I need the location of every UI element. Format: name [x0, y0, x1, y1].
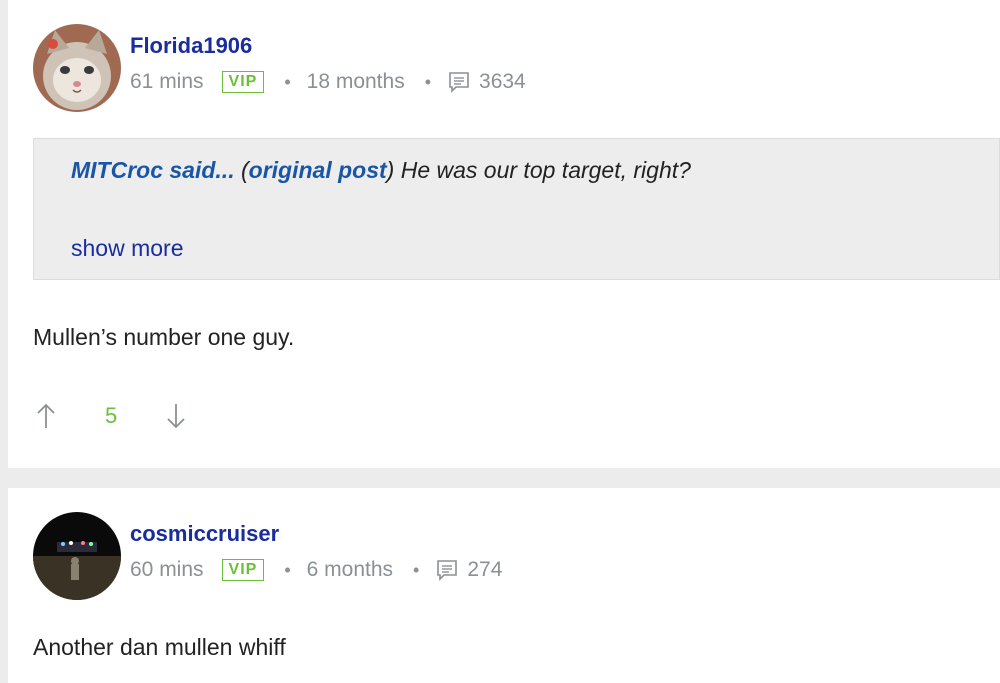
post-time: 60 mins	[130, 558, 204, 581]
downvote-arrow-icon[interactable]	[165, 401, 187, 431]
quote-paren-close: )	[386, 157, 401, 183]
comment-count: 274	[467, 558, 503, 581]
username-link[interactable]: cosmiccruiser	[130, 521, 279, 547]
post-meta: 60 mins VIP • 6 months • 274	[130, 558, 502, 582]
night-stadium-avatar-icon	[33, 512, 121, 600]
username-link[interactable]: Florida1906	[130, 33, 252, 59]
meta-separator: •	[413, 559, 420, 580]
vote-count: 5	[105, 403, 118, 428]
show-more-link[interactable]: show more	[71, 235, 183, 262]
quote-line: MITCroc said... (original post) He was o…	[71, 157, 691, 184]
comment-count: 3634	[479, 70, 526, 93]
user-avatar[interactable]	[33, 24, 121, 112]
meta-separator: •	[284, 71, 291, 92]
quote-paren-open: (	[240, 157, 249, 183]
meta-separator: •	[284, 559, 291, 580]
quote-text: He was our top target, right?	[400, 157, 691, 183]
quoted-post: MITCroc said... (original post) He was o…	[33, 138, 1000, 280]
post-body: Another dan mullen whiff	[33, 634, 286, 660]
post-time: 61 mins	[130, 70, 204, 93]
original-post-link[interactable]: original post	[249, 157, 387, 183]
cat-avatar-icon	[33, 24, 121, 112]
meta-separator: •	[424, 71, 432, 92]
quoted-user-link[interactable]: MITCroc said...	[71, 157, 235, 183]
forum-post: Florida1906 61 mins VIP • 18 months • 36…	[8, 0, 1000, 468]
post-body: Mullen’s number one guy.	[33, 324, 295, 350]
upvote-arrow-icon[interactable]	[35, 401, 57, 431]
post-meta: 61 mins VIP • 18 months • 3634	[130, 70, 526, 94]
forum-post: cosmiccruiser 60 mins VIP • 6 months • 2…	[8, 488, 1000, 683]
comment-icon	[437, 560, 458, 581]
vote-controls: 5	[35, 400, 187, 432]
membership-duration: 6 months	[306, 558, 394, 581]
vip-badge: VIP	[221, 559, 265, 581]
vip-badge: VIP	[221, 71, 265, 93]
comment-icon	[449, 72, 469, 93]
user-avatar[interactable]	[33, 512, 121, 600]
membership-duration: 18 months	[306, 70, 405, 93]
